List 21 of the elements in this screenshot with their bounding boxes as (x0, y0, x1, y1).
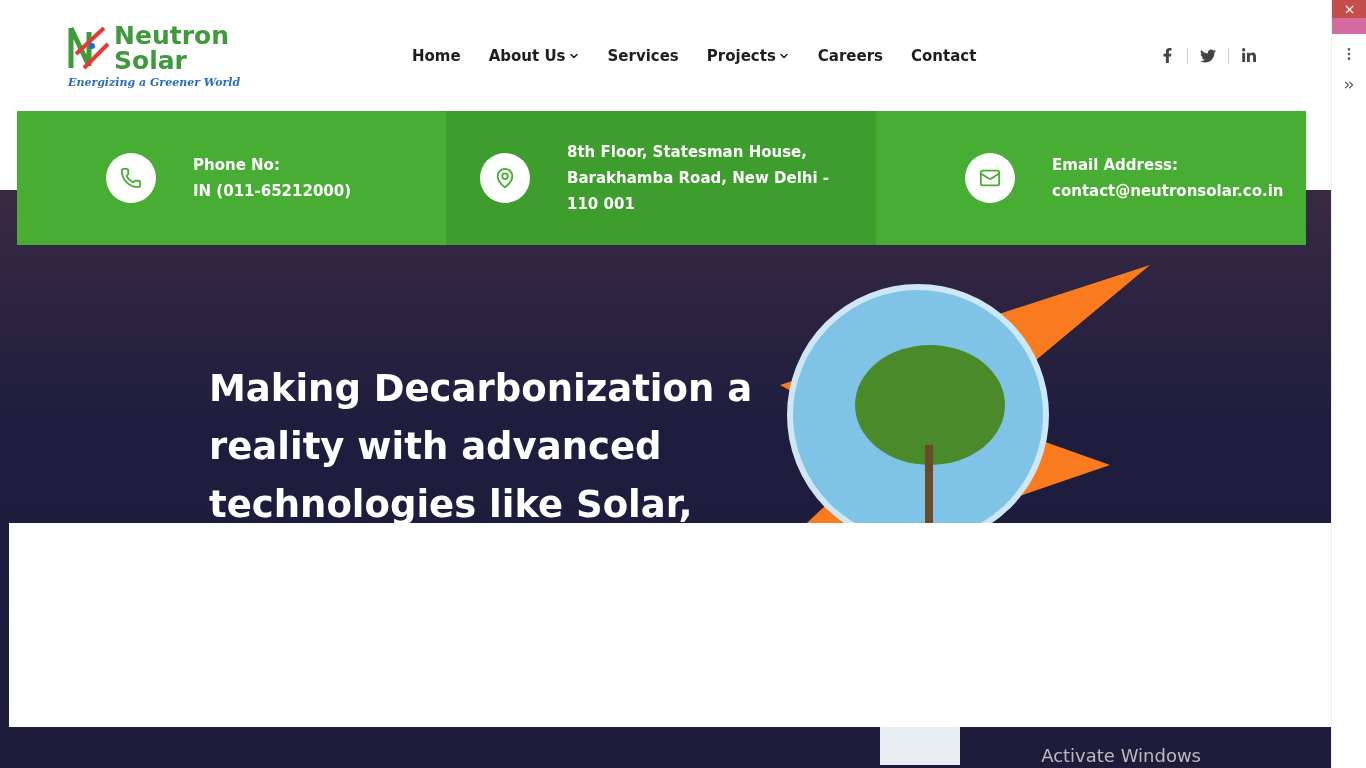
contact-label: Phone No: (193, 155, 281, 176)
os-notice: Activate Windows (1041, 745, 1201, 766)
nav-link[interactable]: Services (607, 46, 679, 65)
nav-link[interactable]: Projects (706, 46, 790, 65)
contact-text: contact@neutronsolar.co.in (1052, 181, 1284, 202)
contact-label: Email Address: (1052, 155, 1179, 176)
chevrons-right-icon (1342, 78, 1356, 92)
nav-link[interactable]: Careers (817, 46, 884, 65)
nav-link[interactable]: About Us (488, 46, 580, 65)
map-pin-icon (494, 167, 516, 189)
hero-heading: Making Decarbonization a reality with advanced technologies like Solar, (209, 366, 754, 528)
close-button[interactable] (1332, 0, 1366, 18)
phone-icon (120, 167, 142, 189)
contact-text: 8th Floor, Statesman House, Barakhamba Road, New Delhi - 110 001 (567, 142, 831, 215)
logo-name: Neutron (114, 22, 229, 48)
nav-link[interactable]: Home (412, 46, 461, 65)
nav-link[interactable]: Contact (911, 46, 977, 65)
contact-text: IN (011-65212000) (193, 181, 352, 202)
mail-icon (979, 167, 1001, 189)
logo-tagline: Energizing a Greener World (68, 75, 242, 89)
logo-name: Solar (114, 47, 188, 73)
